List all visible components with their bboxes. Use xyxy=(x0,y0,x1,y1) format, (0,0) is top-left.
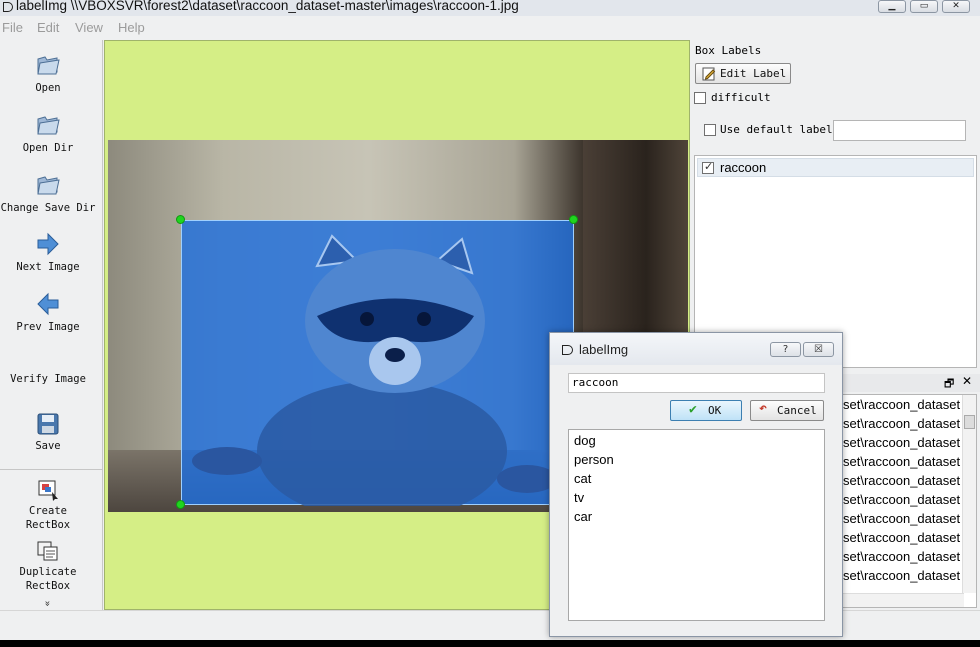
folder-open-icon xyxy=(37,116,60,135)
ok-button[interactable]: ✔ OK xyxy=(670,400,742,421)
bbox-handle-top-right[interactable] xyxy=(569,215,578,224)
label-option[interactable]: person xyxy=(574,452,614,467)
bbox-handle-bottom-left[interactable] xyxy=(176,500,185,509)
file-list-dock-header: 🗗 ✕ xyxy=(842,374,980,392)
label-input[interactable]: raccoon xyxy=(568,373,825,393)
ok-label: OK xyxy=(708,404,722,417)
menu-view[interactable]: View xyxy=(75,20,103,35)
difficult-label: difficult xyxy=(711,91,771,104)
folder-open-icon xyxy=(37,176,60,195)
open-dir-label: Open Dir xyxy=(22,142,74,154)
title-bar: labelImg \\VBOXSVR\forest2\dataset\racco… xyxy=(0,0,980,16)
prev-image-button[interactable]: Prev Image xyxy=(0,291,96,334)
edit-label-button[interactable]: Edit Label xyxy=(695,63,791,84)
file-list-item[interactable]: set\raccoon_dataset xyxy=(843,414,963,433)
create-rectbox-icon xyxy=(38,480,58,501)
file-list-item[interactable]: set\raccoon_dataset xyxy=(843,490,963,509)
folder-open-icon xyxy=(37,56,60,75)
file-list-vertical-scrollbar[interactable] xyxy=(962,395,976,593)
default-label-input[interactable] xyxy=(833,120,966,141)
app-icon xyxy=(562,345,573,355)
toolbar-more-icon[interactable]: » xyxy=(42,600,53,606)
change-save-dir-button[interactable]: Change Save Dir xyxy=(0,172,96,215)
file-list-item[interactable]: set\raccoon_dataset xyxy=(843,509,963,528)
file-list-item[interactable]: set\raccoon_dataset xyxy=(843,528,963,547)
label-options-list[interactable]: dog person cat tv car xyxy=(568,429,825,621)
check-icon: ✔ xyxy=(689,402,697,417)
duplicate-icon xyxy=(37,541,58,561)
save-button[interactable]: Save xyxy=(0,412,96,453)
use-default-label-text: Use default label xyxy=(720,123,833,136)
toolbar-divider xyxy=(0,469,103,470)
file-list-item[interactable]: set\raccoon_dataset xyxy=(843,395,963,414)
file-list-item[interactable]: set\raccoon_dataset xyxy=(843,433,963,452)
file-list-item[interactable]: set\raccoon_dataset xyxy=(843,566,963,585)
change-save-dir-label: Change Save Dir xyxy=(0,202,96,214)
dialog-title: labelImg xyxy=(579,342,629,357)
cancel-label: Cancel xyxy=(777,404,817,417)
open-label: Open xyxy=(35,82,61,94)
raccoon-figure xyxy=(192,234,557,506)
use-default-label-checkbox[interactable] xyxy=(704,124,716,136)
file-list-item[interactable]: set\raccoon_dataset xyxy=(843,547,963,566)
arrow-right-icon xyxy=(37,232,59,256)
next-image-button[interactable]: Next Image xyxy=(0,231,96,274)
label-item-text: raccoon xyxy=(720,160,767,175)
label-option[interactable]: dog xyxy=(574,433,596,448)
open-dir-button[interactable]: Open Dir xyxy=(0,112,96,155)
dialog-close-button[interactable]: ☒ xyxy=(803,342,834,357)
label-option[interactable]: car xyxy=(574,509,592,524)
window-title: labelImg \\VBOXSVR\forest2\dataset\racco… xyxy=(16,0,519,13)
panel-title: Box Labels xyxy=(695,44,762,57)
dock-float-icon[interactable]: 🗗 xyxy=(944,375,954,394)
file-list-item[interactable]: set\raccoon_dataset xyxy=(843,452,963,471)
floppy-disk-icon xyxy=(37,413,59,435)
close-button[interactable]: ✕ xyxy=(942,0,970,13)
menu-edit[interactable]: Edit xyxy=(37,20,59,35)
next-image-label: Next Image xyxy=(16,261,80,273)
left-toolbar: Open Open Dir Change Save Dir Next Image xyxy=(0,40,103,610)
label-dialog: labelImg ? ☒ raccoon ✔ OK ↶ Cancel dog p… xyxy=(549,332,843,637)
arrow-left-icon xyxy=(37,292,59,316)
duplicate-rectbox-button[interactable]: Duplicate RectBox xyxy=(0,540,96,593)
file-list-item[interactable]: set\raccoon_dataset xyxy=(843,471,963,490)
minimize-button[interactable]: ▁ xyxy=(878,0,906,13)
difficult-checkbox[interactable] xyxy=(694,92,706,104)
create-rectbox-button[interactable]: Create RectBox xyxy=(0,479,96,532)
menu-help[interactable]: Help xyxy=(118,20,145,35)
save-label: Save xyxy=(35,440,61,452)
dock-close-icon[interactable]: ✕ xyxy=(962,374,972,388)
bbox-handle-top-left[interactable] xyxy=(176,215,185,224)
dialog-title-bar: labelImg ? ☒ xyxy=(550,333,842,365)
menu-file[interactable]: File xyxy=(2,20,23,35)
app-icon xyxy=(3,2,13,12)
file-list-horizontal-scrollbar[interactable] xyxy=(843,593,964,607)
duplicate-rectbox-label: Duplicate RectBox xyxy=(19,566,77,592)
open-button[interactable]: Open xyxy=(0,52,96,95)
labelimg-window: labelImg \\VBOXSVR\forest2\dataset\racco… xyxy=(0,0,980,640)
label-item-checkbox[interactable] xyxy=(702,160,714,174)
undo-arrow-icon: ↶ xyxy=(759,401,767,416)
maximize-button[interactable]: ▭ xyxy=(910,0,938,13)
cancel-button[interactable]: ↶ Cancel xyxy=(750,400,824,421)
label-item[interactable]: raccoon xyxy=(697,158,974,177)
create-rectbox-label: Create RectBox xyxy=(25,505,71,531)
label-option[interactable]: tv xyxy=(574,490,584,505)
file-list[interactable]: set\raccoon_dataset set\raccoon_dataset … xyxy=(842,394,977,608)
edit-label-text: Edit Label xyxy=(720,67,787,80)
verify-image-label: Verify Image xyxy=(10,373,86,385)
bounding-box[interactable] xyxy=(181,220,574,506)
label-option[interactable]: cat xyxy=(574,471,591,486)
edit-pencil-icon xyxy=(702,67,716,81)
dialog-help-button[interactable]: ? xyxy=(770,342,801,357)
taskbar-edge xyxy=(0,640,980,647)
prev-image-label: Prev Image xyxy=(16,321,80,333)
menu-bar: File Edit View Help xyxy=(0,18,980,38)
verify-image-button[interactable]: Verify Image xyxy=(0,372,96,386)
